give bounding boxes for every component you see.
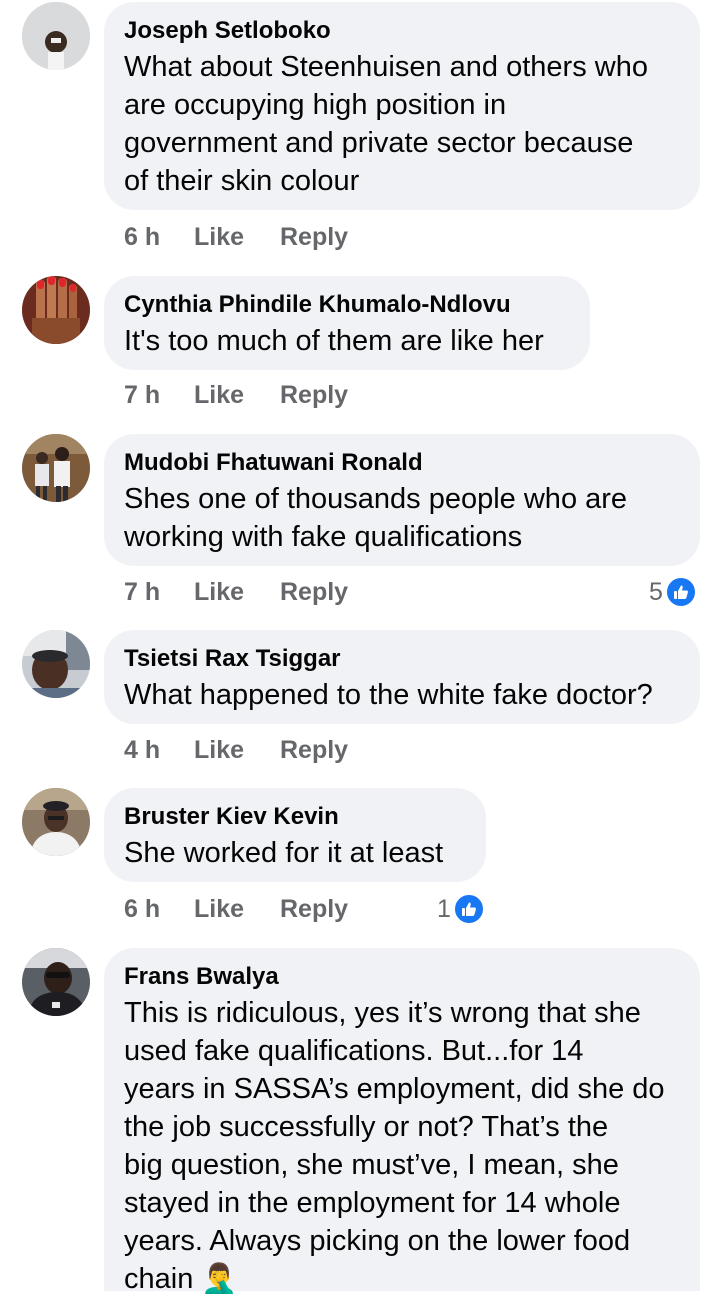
comment-timestamp[interactable]: 7 h: [124, 578, 194, 607]
comment-author[interactable]: Bruster Kiev Kevin: [124, 802, 464, 832]
reply-button[interactable]: Reply: [280, 895, 348, 924]
like-button[interactable]: Like: [194, 223, 280, 252]
comment-text-line: years. Always picking on the lower food: [124, 1225, 631, 1257]
comment-text-line: stayed in the employment for 14 whole: [124, 1187, 621, 1219]
comment-text-line: Shes one of thousands people who are: [124, 483, 628, 515]
comment-timestamp[interactable]: 6 h: [124, 895, 194, 924]
comment-timestamp[interactable]: 7 h: [124, 381, 194, 410]
comment-text-line: She worked for it at least: [124, 837, 444, 869]
comment-timestamp[interactable]: 6 h: [124, 223, 194, 252]
comment-text-line: big question, she must’ve, I mean, she: [124, 1149, 619, 1181]
comment-actions: 6 h Like Reply: [124, 892, 348, 926]
like-button[interactable]: Like: [194, 736, 280, 765]
comment-author[interactable]: Tsietsi Rax Tsiggar: [124, 644, 678, 674]
comment-text: What happened to the white fake doctor?: [124, 676, 678, 714]
comment-text: Shes one of thousands people who are wor…: [124, 480, 678, 556]
reaction-count: 5: [649, 577, 663, 606]
comment-actions: 7 h Like Reply: [124, 378, 348, 412]
avatar[interactable]: [22, 630, 90, 698]
comment-bubble[interactable]: Bruster Kiev Kevin She worked for it at …: [104, 788, 486, 882]
comment-author[interactable]: Cynthia Phindile Khumalo-Ndlovu: [124, 290, 568, 320]
comment-text-line: of their skin colour: [124, 165, 360, 197]
comment-text: What about Steenhuisen and others who ar…: [124, 48, 678, 200]
comment-text-line: This is ridiculous, yes it’s wrong that …: [124, 997, 641, 1029]
reply-button[interactable]: Reply: [280, 381, 348, 410]
comment-text-line: are occupying high position in: [124, 89, 507, 121]
comment-author[interactable]: Frans Bwalya: [124, 962, 678, 992]
like-button[interactable]: Like: [194, 578, 280, 607]
comment-text: She worked for it at least: [124, 834, 464, 872]
comment-text-line: What happened to the white fake doctor?: [124, 679, 653, 711]
comment-bubble[interactable]: Joseph Setloboko What about Steenhuisen …: [104, 2, 700, 210]
comment-timestamp[interactable]: 4 h: [124, 736, 194, 765]
comment-text-line: the job successfully or not? That’s the: [124, 1111, 609, 1143]
avatar[interactable]: [22, 276, 90, 344]
avatar[interactable]: [22, 2, 90, 70]
comment-text-line: What about Steenhuisen and others who: [124, 51, 648, 83]
comment-text-line: It's too much of them are like her: [124, 325, 544, 357]
comment-bubble[interactable]: Mudobi Fhatuwani Ronald Shes one of thou…: [104, 434, 700, 566]
comment-text-line: years in SASSA’s employment, did she do: [124, 1073, 665, 1105]
comment-actions: 6 h Like Reply: [124, 220, 348, 254]
comment-text: This is ridiculous, yes it’s wrong that …: [124, 994, 678, 1298]
comment-actions: 7 h Like Reply: [124, 575, 348, 609]
comment-author[interactable]: Mudobi Fhatuwani Ronald: [124, 448, 678, 478]
reply-button[interactable]: Reply: [280, 736, 348, 765]
comment-text-line: chain 🤦‍♂️: [124, 1263, 238, 1295]
reaction-count: 1: [437, 894, 451, 923]
avatar[interactable]: [22, 948, 90, 1016]
thumbs-up-icon: [664, 576, 697, 608]
comment-author[interactable]: Joseph Setloboko: [124, 16, 678, 46]
comment-text-line: working with fake qualifications: [124, 521, 523, 553]
comment-text: It's too much of them are like her: [124, 322, 568, 360]
avatar[interactable]: [22, 434, 90, 502]
reaction-summary[interactable]: 1: [437, 892, 485, 926]
comment-text-line: government and private sector because: [124, 127, 634, 159]
comment-text-line: used fake qualifications. But...for 14: [124, 1035, 584, 1067]
comment-bubble[interactable]: Frans Bwalya This is ridiculous, yes it’…: [104, 948, 700, 1295]
comment-bubble[interactable]: Tsietsi Rax Tsiggar What happened to the…: [104, 630, 700, 724]
reply-button[interactable]: Reply: [280, 578, 348, 607]
avatar[interactable]: [22, 788, 90, 856]
like-button[interactable]: Like: [194, 895, 280, 924]
reaction-summary[interactable]: 5: [649, 575, 697, 609]
comment-actions: 4 h Like Reply: [124, 733, 348, 767]
comment-bubble[interactable]: Cynthia Phindile Khumalo-Ndlovu It's too…: [104, 276, 590, 370]
thumbs-up-icon: [452, 893, 485, 925]
like-button[interactable]: Like: [194, 381, 280, 410]
reply-button[interactable]: Reply: [280, 223, 348, 252]
